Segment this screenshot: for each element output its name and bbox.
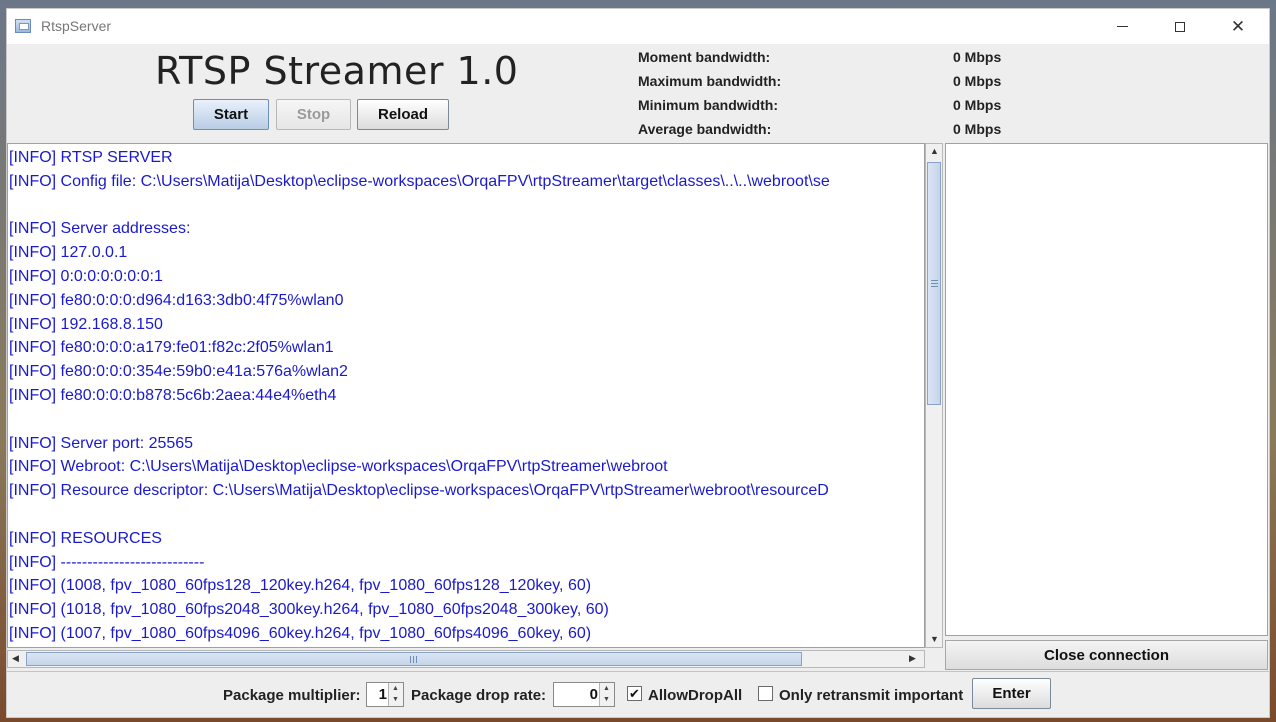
grip-line (410, 656, 411, 663)
minimize-icon (1116, 26, 1128, 27)
grip-line (416, 656, 417, 663)
horizontal-scroll-thumb[interactable] (26, 652, 802, 666)
grip-line (931, 286, 938, 287)
log-vertical-scrollbar[interactable]: ▲ ▼ (925, 143, 943, 648)
enter-button[interactable]: Enter (972, 678, 1051, 709)
grip-line (931, 280, 938, 281)
close-connection-button[interactable]: Close connection (945, 640, 1268, 670)
close-icon: ✕ (1230, 17, 1246, 36)
allow-drop-all-checkbox[interactable]: ✔ (627, 686, 642, 701)
package-drop-rate-value[interactable]: 0 (590, 686, 598, 703)
reload-button[interactable]: Reload (357, 99, 449, 130)
log-line: [INFO] (1018, fpv_1080_60fps2048_300key.… (9, 601, 609, 619)
spinner-arrows[interactable]: ▲ ▼ (599, 683, 614, 706)
log-line: [INFO] 127.0.0.1 (9, 244, 128, 262)
log-line: [INFO] RTSP SERVER (9, 149, 173, 166)
log-line: [INFO] (1008, fpv_1080_60fps128_120key.h… (9, 577, 592, 595)
log-line: [INFO] (1007, fpv_1080_60fps4096_60key.h… (9, 624, 592, 642)
allow-drop-all-label[interactable]: AllowDropAll (648, 687, 742, 704)
close-window-button[interactable]: ✕ (1209, 9, 1267, 44)
only-retransmit-important-checkbox[interactable] (758, 686, 773, 701)
log-line: [INFO] Config file: C:\Users\Matija\Desk… (9, 172, 830, 190)
package-multiplier-spinner[interactable]: 1 ▲ ▼ (366, 682, 404, 707)
moment-bandwidth-label: Moment bandwidth: (638, 49, 771, 65)
average-bandwidth-label: Average bandwidth: (638, 121, 772, 137)
average-bandwidth-value: 0 Mbps (953, 121, 1002, 137)
spinner-arrows[interactable]: ▲ ▼ (388, 683, 403, 706)
log-line: [INFO] fe80:0:0:0:a179:fe01:f82c:2f05%wl… (9, 339, 334, 357)
scroll-right-arrow-icon[interactable]: ▶ (909, 653, 916, 664)
minimize-button[interactable] (1093, 9, 1151, 44)
moment-bandwidth-value: 0 Mbps (953, 49, 1002, 65)
title-bar[interactable]: RtspServer ✕ (7, 9, 1269, 44)
app-title: RTSP Streamer 1.0 (155, 49, 519, 93)
package-drop-rate-label: Package drop rate: (411, 687, 547, 704)
log-line: [INFO] Server addresses: (9, 220, 191, 238)
log-line: [INFO] 192.168.8.150 (9, 315, 163, 333)
package-multiplier-value[interactable]: 1 (379, 686, 387, 703)
log-line: [INFO] --------------------------- (9, 553, 205, 571)
log-line: [INFO] fe80:0:0:0:b878:5c6b:2aea:44e4%et… (9, 386, 337, 404)
spinner-down-icon[interactable]: ▼ (603, 696, 610, 703)
maximum-bandwidth-label: Maximum bandwidth: (638, 73, 782, 89)
package-multiplier-label: Package multiplier: (223, 687, 361, 704)
spinner-up-icon[interactable]: ▲ (603, 685, 610, 692)
only-retransmit-important-label[interactable]: Only retransmit important (779, 687, 963, 704)
window-title: RtspServer (41, 18, 112, 34)
maximize-icon (1175, 21, 1185, 32)
spinner-up-icon[interactable]: ▲ (392, 685, 399, 692)
log-line: [INFO] fe80:0:0:0:354e:59b0:e41a:576a%wl… (9, 363, 348, 381)
scroll-down-arrow-icon[interactable]: ▼ (930, 634, 939, 644)
start-button[interactable]: Start (193, 99, 269, 130)
package-drop-rate-spinner[interactable]: 0 ▲ ▼ (553, 682, 615, 707)
log-horizontal-scrollbar[interactable]: ◀ ▶ (7, 650, 925, 668)
stop-button[interactable]: Stop (276, 99, 351, 130)
maximize-button[interactable] (1151, 9, 1209, 44)
log-line: [INFO] fe80:0:0:0:d964:d163:3db0:4f75%wl… (9, 291, 344, 309)
app-window-icon (15, 19, 31, 33)
checkmark-icon: ✔ (629, 686, 640, 701)
log-line: [INFO] 0:0:0:0:0:0:0:1 (9, 267, 163, 285)
log-text-area[interactable]: [INFO] RTSP SERVER [INFO] Config file: C… (7, 143, 925, 648)
grip-line (413, 656, 414, 663)
app-window: RtspServer ✕ RTSP Streamer 1.0 Start Sto… (6, 8, 1270, 718)
scroll-left-arrow-icon[interactable]: ◀ (12, 653, 19, 664)
connections-list[interactable] (945, 143, 1268, 636)
minimum-bandwidth-value: 0 Mbps (953, 97, 1002, 113)
log-line: [INFO] RESOURCES (9, 529, 162, 547)
log-line: [INFO] Webroot: C:\Users\Matija\Desktop\… (9, 458, 668, 476)
log-line: [INFO] Resource descriptor: C:\Users\Mat… (9, 482, 829, 500)
log-line: [INFO] Server port: 25565 (9, 434, 194, 452)
vertical-scroll-thumb[interactable] (927, 162, 941, 405)
spinner-down-icon[interactable]: ▼ (392, 696, 399, 703)
minimum-bandwidth-label: Minimum bandwidth: (638, 97, 778, 113)
grip-line (931, 283, 938, 284)
maximum-bandwidth-value: 0 Mbps (953, 73, 1002, 89)
scroll-up-arrow-icon[interactable]: ▲ (930, 146, 939, 156)
